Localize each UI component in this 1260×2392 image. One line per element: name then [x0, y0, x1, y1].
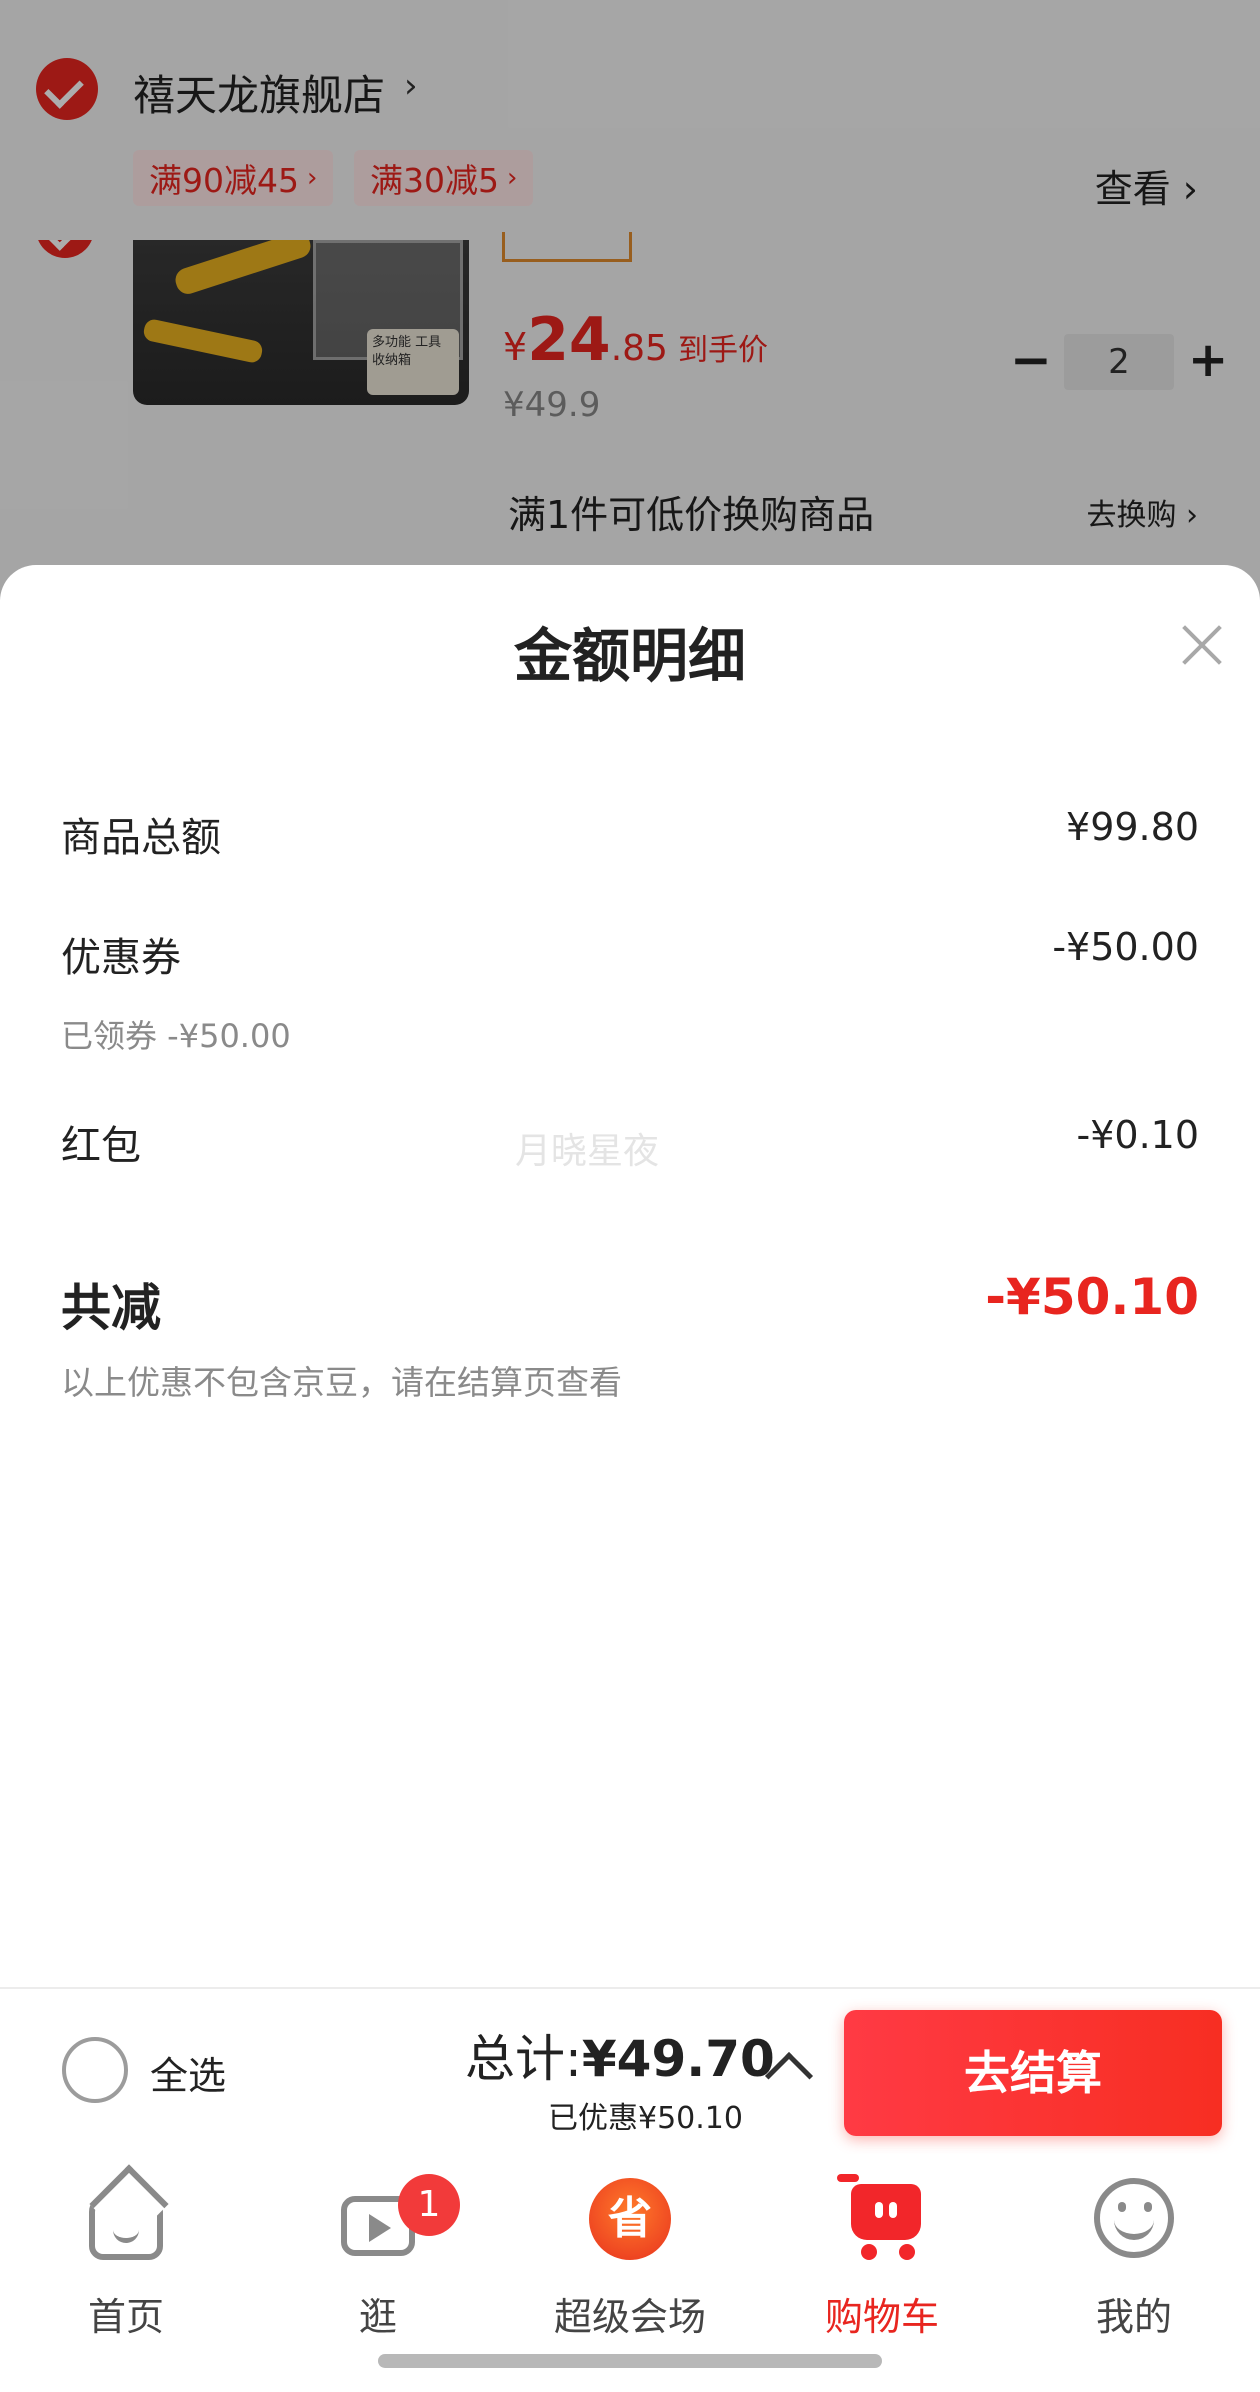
goods-total-value: ¥99.80 [1066, 805, 1199, 849]
smile-icon [1094, 2178, 1174, 2258]
sheet-title: 金额明细 [513, 622, 746, 690]
tab-label: 首页 [87, 2295, 164, 2339]
total-prefix: 总计: [465, 2030, 582, 2088]
total-sum: 总计:¥49.70 [465, 2019, 775, 2091]
home-icon [89, 2194, 163, 2260]
total-discount-label: 共减 [61, 1279, 161, 1337]
home-indicator[interactable] [378, 2354, 882, 2368]
tab-browse[interactable]: 1 逛 [252, 2174, 504, 2354]
close-icon[interactable] [1174, 617, 1230, 673]
tab-label: 逛 [358, 2295, 397, 2339]
saved-amount: 已优惠¥50.10 [548, 2101, 743, 2136]
tab-cart[interactable]: 购物车 [756, 2174, 1008, 2354]
coupon-value: -¥50.00 [1052, 925, 1199, 969]
modal-overlay[interactable] [0, 0, 1260, 600]
tab-label: 超级会场 [553, 2295, 706, 2339]
notification-badge: 1 [398, 2174, 460, 2236]
checkout-button[interactable]: 去结算 [844, 2010, 1222, 2136]
watermark: 月晓星夜 [515, 1131, 660, 1172]
coupon-sub: 已领券 -¥50.00 [61, 1017, 291, 1055]
tab-label: 购物车 [824, 2295, 939, 2339]
save-icon: 省 [589, 2178, 671, 2260]
cart-icon [837, 2174, 927, 2264]
tab-label: 我的 [1095, 2295, 1172, 2339]
coupon-label: 优惠券 [61, 935, 181, 981]
select-all-radio[interactable] [62, 2037, 128, 2103]
tab-super-venue[interactable]: 省 超级会场 [504, 2174, 756, 2354]
cart-background: 禧天龙旗舰店 › 满90减45 › 满30减5 › 查看 › 多功能 工具收纳箱 ¥… [0, 0, 1260, 600]
checkout-bar: 全选 总计:¥49.70 已优惠¥50.10 去结算 [0, 1987, 1260, 2154]
goods-total-label: 商品总额 [61, 815, 221, 861]
total-amount: ¥49.70 [581, 2030, 775, 2088]
tab-home[interactable]: 首页 [0, 2174, 252, 2354]
select-all-label[interactable]: 全选 [150, 2045, 226, 2100]
red-packet-label: 红包 [61, 1123, 141, 1169]
tab-me[interactable]: 我的 [1008, 2174, 1260, 2354]
total-discount-value: -¥50.10 [985, 1268, 1199, 1326]
discount-note: 以上优惠不包含京豆，请在结算页查看 [61, 1363, 622, 1402]
red-packet-value: -¥0.10 [1076, 1113, 1200, 1157]
